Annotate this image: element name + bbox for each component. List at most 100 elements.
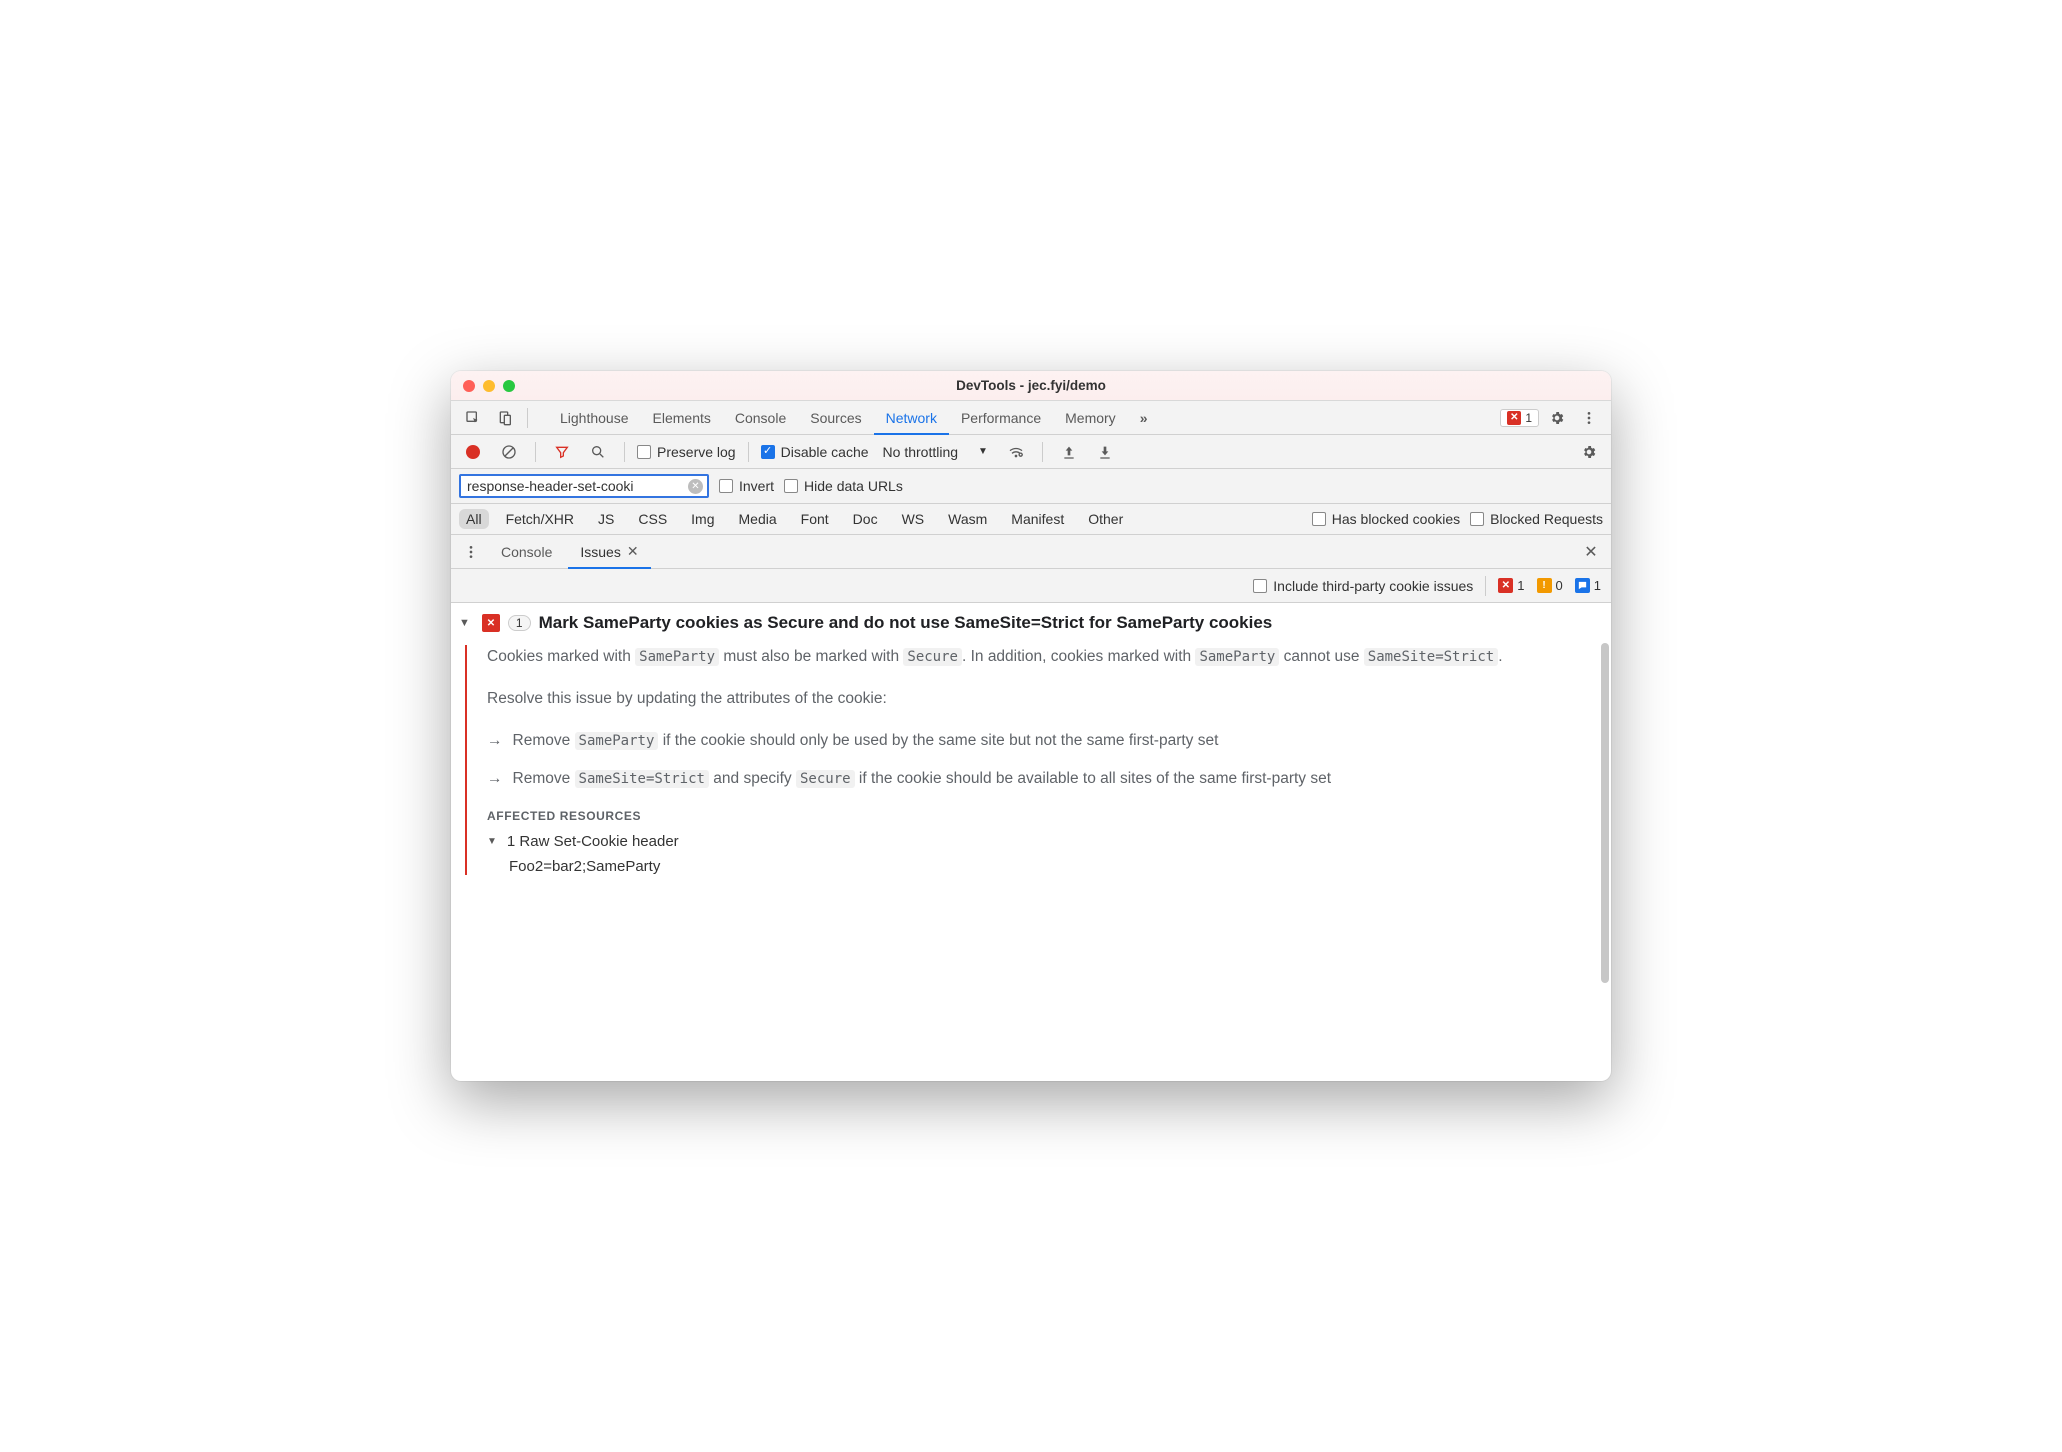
expand-triangle-icon[interactable]: ▼: [487, 836, 501, 847]
tab-network[interactable]: Network: [874, 401, 949, 435]
type-font[interactable]: Font: [794, 509, 836, 529]
issue-header[interactable]: ▼ ✕ 1 Mark SameParty cookies as Secure a…: [459, 613, 1593, 633]
issue-severity-icon: ✕: [482, 614, 500, 632]
titlebar: DevTools - jec.fyi/demo: [451, 371, 1611, 401]
traffic-lights: [463, 380, 515, 392]
tab-elements[interactable]: Elements: [641, 401, 723, 435]
drawer-tab-console[interactable]: Console: [489, 535, 564, 569]
checkbox-icon: [1470, 512, 1484, 526]
warning-count-chip[interactable]: ! 0: [1537, 578, 1563, 593]
hide-data-urls-label: Hide data URLs: [804, 478, 903, 494]
has-blocked-label: Has blocked cookies: [1332, 511, 1460, 527]
issue-count-pill: 1: [508, 615, 531, 631]
tab-console[interactable]: Console: [723, 401, 798, 435]
devtools-window: DevTools - jec.fyi/demo Lighthouse Eleme…: [451, 371, 1611, 1081]
preserve-log-label: Preserve log: [657, 444, 736, 460]
error-count: 1: [1525, 411, 1532, 425]
info-count-chip[interactable]: 1: [1575, 578, 1601, 593]
error-count-chip[interactable]: ✕ 1: [1498, 578, 1524, 593]
network-conditions-icon[interactable]: [1002, 439, 1030, 465]
resolution-item: → Remove SameSite=Strict and specify Sec…: [487, 767, 1593, 791]
panel-settings-gear-icon[interactable]: [1575, 439, 1603, 465]
record-button[interactable]: [459, 439, 487, 465]
warning-icon: !: [1537, 578, 1552, 593]
type-wasm[interactable]: Wasm: [941, 509, 994, 529]
type-filter-row: All Fetch/XHR JS CSS Img Media Font Doc …: [451, 504, 1611, 535]
filter-bar: response-header-set-cooki ✕ Invert Hide …: [451, 469, 1611, 504]
scrollbar-thumb[interactable]: [1601, 643, 1609, 983]
invert-checkbox[interactable]: Invert: [719, 478, 774, 494]
arrow-icon: →: [487, 767, 503, 791]
kebab-menu-icon[interactable]: [1575, 405, 1603, 431]
throttling-value: No throttling: [883, 444, 958, 460]
tab-lighthouse[interactable]: Lighthouse: [548, 401, 641, 435]
clear-icon[interactable]: [495, 439, 523, 465]
divider: [748, 442, 749, 462]
filter-value: response-header-set-cooki: [467, 478, 688, 494]
maximize-window-button[interactable]: [503, 380, 515, 392]
type-doc[interactable]: Doc: [846, 509, 885, 529]
info-icon: [1575, 578, 1590, 593]
main-tabs: Lighthouse Elements Console Sources Netw…: [548, 401, 1496, 435]
include-third-party-checkbox[interactable]: Include third-party cookie issues: [1253, 578, 1473, 594]
divider: [1042, 442, 1043, 462]
minimize-window-button[interactable]: [483, 380, 495, 392]
error-icon: ✕: [1507, 411, 1521, 425]
issues-toolbar: Include third-party cookie issues ✕ 1 ! …: [451, 569, 1611, 603]
device-toolbar-icon[interactable]: [491, 405, 519, 431]
type-js[interactable]: JS: [591, 509, 621, 529]
download-har-icon[interactable]: [1091, 439, 1119, 465]
type-other[interactable]: Other: [1081, 509, 1130, 529]
settings-gear-icon[interactable]: [1543, 405, 1571, 431]
warning-count-value: 0: [1556, 578, 1563, 593]
hide-data-urls-checkbox[interactable]: Hide data URLs: [784, 478, 903, 494]
drawer-kebab-icon[interactable]: [457, 539, 485, 565]
blocked-requests-label: Blocked Requests: [1490, 511, 1603, 527]
resolution-item: → Remove SameParty if the cookie should …: [487, 729, 1593, 753]
arrow-icon: →: [487, 729, 503, 753]
disable-cache-checkbox[interactable]: Disable cache: [761, 444, 869, 460]
has-blocked-cookies-checkbox[interactable]: Has blocked cookies: [1312, 511, 1460, 527]
tabs-overflow-icon[interactable]: »: [1128, 401, 1160, 435]
close-tab-icon[interactable]: ✕: [627, 543, 639, 560]
preserve-log-checkbox[interactable]: Preserve log: [637, 444, 736, 460]
divider: [624, 442, 625, 462]
throttling-select[interactable]: No throttling ▼: [877, 444, 994, 460]
type-manifest[interactable]: Manifest: [1004, 509, 1071, 529]
issue-body: ▼ ✕ 1 Mark SameParty cookies as Secure a…: [451, 603, 1611, 1081]
search-icon[interactable]: [584, 439, 612, 465]
clear-filter-icon[interactable]: ✕: [688, 479, 703, 494]
inspect-element-icon[interactable]: [459, 405, 487, 431]
disable-cache-label: Disable cache: [781, 444, 869, 460]
drawer-tabs: Console Issues ✕ ✕: [451, 535, 1611, 569]
filter-funnel-icon[interactable]: [548, 439, 576, 465]
upload-har-icon[interactable]: [1055, 439, 1083, 465]
window-title: DevTools - jec.fyi/demo: [451, 378, 1611, 393]
divider: [527, 408, 528, 428]
drawer-tab-issues-label: Issues: [580, 544, 620, 560]
drawer-tab-issues[interactable]: Issues ✕: [568, 535, 650, 569]
type-css[interactable]: CSS: [631, 509, 674, 529]
checkbox-icon: [637, 445, 651, 459]
tab-performance[interactable]: Performance: [949, 401, 1053, 435]
expand-triangle-icon[interactable]: ▼: [459, 617, 474, 629]
checkbox-icon: [1312, 512, 1326, 526]
affected-value: Foo2=bar2;SameParty: [509, 858, 1593, 875]
close-window-button[interactable]: [463, 380, 475, 392]
tab-sources[interactable]: Sources: [798, 401, 873, 435]
affected-resources-label: AFFECTED RESOURCES: [487, 809, 1593, 823]
issue-title: Mark SameParty cookies as Secure and do …: [539, 613, 1273, 633]
type-ws[interactable]: WS: [895, 509, 932, 529]
include-third-party-label: Include third-party cookie issues: [1273, 578, 1473, 594]
filter-input[interactable]: response-header-set-cooki ✕: [459, 474, 709, 498]
tab-memory[interactable]: Memory: [1053, 401, 1128, 435]
type-media[interactable]: Media: [732, 509, 784, 529]
blocked-requests-checkbox[interactable]: Blocked Requests: [1470, 511, 1603, 527]
type-fetchxhr[interactable]: Fetch/XHR: [499, 509, 581, 529]
type-all[interactable]: All: [459, 509, 489, 529]
error-count-badge[interactable]: ✕ 1: [1500, 409, 1539, 427]
affected-header[interactable]: ▼ 1 Raw Set-Cookie header: [487, 833, 1593, 850]
error-icon: ✕: [1498, 578, 1513, 593]
close-drawer-icon[interactable]: ✕: [1577, 539, 1605, 565]
type-img[interactable]: Img: [684, 509, 721, 529]
